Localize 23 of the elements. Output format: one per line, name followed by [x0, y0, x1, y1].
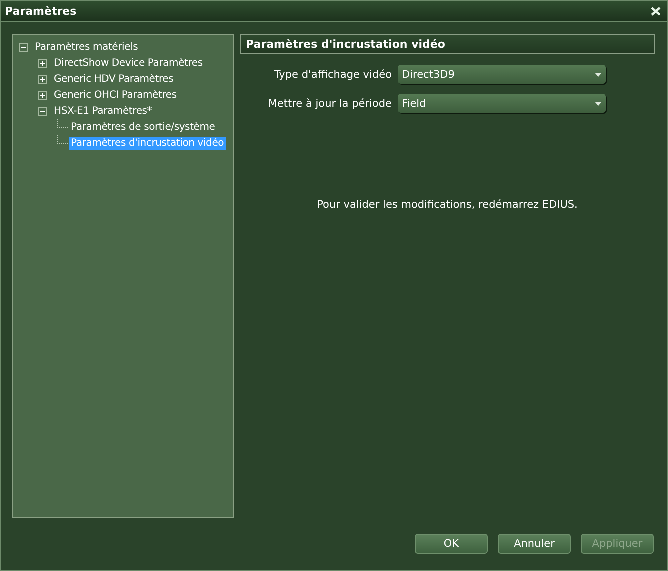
field-label: Type d'affichage vidéo — [274, 68, 392, 80]
expand-icon[interactable] — [38, 74, 47, 84]
restart-note: Pour valider les modifications, redémarrez EDIUS. — [316, 199, 579, 211]
collapse-icon[interactable] — [38, 106, 47, 116]
caret-icon — [595, 72, 602, 76]
tree-item[interactable]: Paramètres de sortie/système — [69, 120, 218, 134]
section-header: Paramètres d'incrustation vidéo — [240, 34, 655, 54]
dropdown[interactable]: Direct3D9 — [398, 65, 606, 84]
tree-item[interactable]: DirectShow Device Paramètres — [52, 56, 205, 70]
field-label: Mettre à jour la période — [268, 98, 392, 110]
tree-item[interactable]: HSX-E1 Paramètres* — [52, 104, 154, 118]
caret-icon — [595, 102, 602, 106]
expand-icon[interactable] — [38, 90, 47, 100]
close-icon[interactable] — [651, 6, 661, 16]
tree-item[interactable]: Paramètres matériels — [33, 40, 140, 54]
window-title: Paramètres — [5, 4, 77, 18]
dialog-button[interactable]: OK — [415, 534, 488, 554]
dialog-button[interactable]: Annuler — [498, 534, 571, 554]
expand-icon[interactable] — [38, 58, 47, 68]
tree-item[interactable]: Generic OHCI Paramètres — [52, 88, 179, 102]
dropdown[interactable]: Field — [398, 94, 606, 113]
collapse-icon[interactable] — [19, 42, 28, 52]
tree-item[interactable]: Generic HDV Paramètres — [52, 72, 176, 86]
